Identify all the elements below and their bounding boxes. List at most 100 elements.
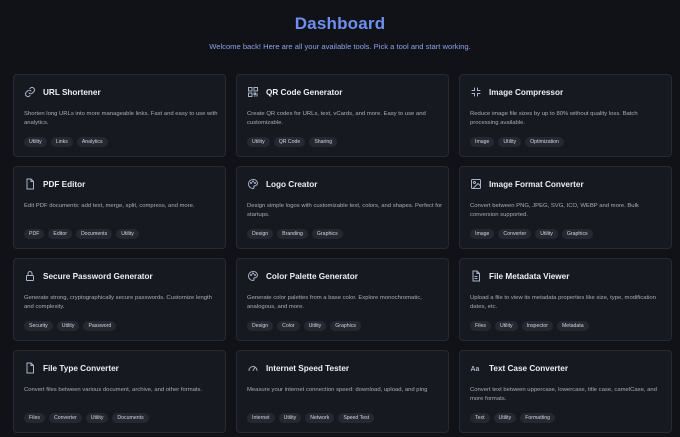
tag-badge: Utility [493, 413, 517, 423]
tool-card[interactable]: URL Shortener Shorten long URLs into more… [13, 74, 226, 157]
svg-text:Aa: Aa [471, 366, 480, 373]
tool-card-header: Aa Text Case Converter [470, 361, 661, 375]
tool-card-header: URL Shortener [24, 85, 215, 99]
tool-card[interactable]: File Type Converter Convert files between… [13, 350, 226, 433]
tool-card[interactable]: File Metadata Viewer Upload a file to vie… [459, 258, 672, 341]
tool-description: Upload a file to view its metadata prope… [470, 295, 656, 310]
tag-badge: Utility [278, 413, 302, 423]
file-icon [24, 178, 36, 190]
tag-badge: Design [247, 321, 274, 331]
lock-icon [24, 270, 36, 282]
tool-description: Generate strong, cryptographically secur… [24, 295, 212, 310]
speedometer-icon [247, 362, 259, 374]
tag-badge: Image [470, 229, 495, 239]
tool-card-header: File Metadata Viewer [470, 269, 661, 283]
tag-badge: Formatting [520, 413, 555, 423]
tool-description: Reduce image file sizes by up to 80% wit… [470, 111, 638, 126]
tag-badge: Password [83, 321, 117, 331]
tag-badge: Graphics [561, 229, 593, 239]
tool-card-header: Image Format Converter [470, 177, 661, 191]
tool-description: Convert files between various document, … [24, 387, 203, 393]
tag-badge: Files [24, 413, 45, 423]
tag-badge: Editor [48, 229, 72, 239]
tool-title: QR Code Generator [266, 87, 343, 97]
tool-description: Measure your internet connection speed: … [247, 387, 428, 393]
tag-badge: Utility [535, 229, 558, 239]
page-title: Dashboard [294, 14, 386, 33]
tool-tags: Image Utility Optimization [470, 137, 564, 147]
tool-tags: Utility Links Analytics [24, 137, 108, 147]
tool-tags: Design Branding Graphics [247, 229, 343, 239]
tool-tags: Utility QR Code Sharing [247, 137, 338, 147]
tag-badge: Optimization [525, 137, 564, 147]
tool-tags: Security Utility Password [24, 321, 117, 331]
tag-badge: Documents [75, 229, 113, 239]
tool-tags: PDF Editor Documents Utility [24, 229, 139, 239]
tag-badge: Sharing [309, 137, 338, 147]
tag-badge: Image [470, 137, 495, 147]
tool-title: File Type Converter [43, 363, 119, 373]
tool-tags: Files Utility Inspector Metadata [470, 321, 589, 331]
tag-badge: Utility [494, 321, 518, 331]
tag-badge: Analytics [76, 137, 108, 147]
tag-badge: Security [24, 321, 53, 331]
tag-badge: Text [470, 413, 490, 423]
tag-badge: Links [50, 137, 73, 147]
tool-card[interactable]: Aa Text Case Converter Convert text betwee… [459, 350, 672, 433]
tool-card[interactable]: Logo Creator Design simple logos with cus… [236, 166, 449, 249]
tool-description: Create QR codes for URLs, text, vCards, … [247, 111, 426, 126]
tag-badge: Network [305, 413, 335, 423]
tool-card-header: Image Compressor [470, 85, 661, 99]
tool-title: Image Compressor [489, 87, 564, 97]
tool-card-header: Internet Speed Tester [247, 361, 438, 375]
tool-card-header: File Type Converter [24, 361, 215, 375]
link-icon [24, 86, 36, 98]
tool-card[interactable]: QR Code Generator Create QR codes for URL… [236, 74, 449, 157]
tag-badge: Files [470, 321, 491, 331]
tool-card[interactable]: Image Compressor Reduce image file sizes … [459, 74, 672, 157]
tag-badge: Internet [247, 413, 275, 423]
tool-card[interactable]: Color Palette Generator Generate color pa… [236, 258, 449, 341]
qr-code-icon [247, 86, 259, 98]
tool-title: File Metadata Viewer [489, 271, 570, 281]
tool-card-header: Secure Password Generator [24, 269, 215, 283]
tag-badge: Utility [56, 321, 80, 331]
tool-card[interactable]: Internet Speed Tester Measure your intern… [236, 350, 449, 433]
tool-card[interactable]: PDF Editor Edit PDF documents: add text, … [13, 166, 226, 249]
tag-badge: Utility [116, 229, 139, 239]
tool-card-header: PDF Editor [24, 177, 215, 191]
tag-badge: Converter [48, 413, 82, 423]
tool-card[interactable]: Secure Password Generator Generate strong… [13, 258, 226, 341]
tool-description: Convert between PNG, JPEG, SVG, ICO, WEB… [470, 203, 639, 218]
palette-icon [247, 270, 259, 282]
palette-icon [247, 178, 259, 190]
tool-title: Internet Speed Tester [266, 363, 350, 373]
tag-badge: Documents [112, 413, 149, 423]
tool-title: Text Case Converter [489, 363, 569, 373]
tool-title: Color Palette Generator [266, 271, 358, 281]
tool-tags: Internet Utility Network Speed Test [247, 413, 375, 423]
file-info-icon [470, 270, 482, 282]
compress-icon [470, 86, 482, 98]
tool-description: Edit PDF documents: add text, merge, spl… [24, 203, 195, 209]
tool-card-header: Logo Creator [247, 177, 438, 191]
tool-title: Logo Creator [266, 179, 318, 189]
tag-badge: Utility [247, 137, 270, 147]
tool-tags: Image Converter Utility Graphics [470, 229, 593, 239]
tool-tags: Files Converter Utility Documents [24, 413, 149, 423]
tools-grid: URL Shortener Shorten long URLs into more… [13, 74, 672, 433]
tag-badge: Graphics [311, 229, 343, 239]
tag-badge: PDF [24, 229, 45, 239]
tool-description: Convert text between uppercase, lowercas… [470, 387, 657, 402]
tag-badge: Inspector [521, 321, 553, 331]
tool-card-header: QR Code Generator [247, 85, 438, 99]
tool-title: PDF Editor [43, 179, 86, 189]
tool-tags: Text Utility Formatting [470, 413, 555, 423]
tool-description: Design simple logos with customizable te… [247, 203, 443, 218]
image-icon [470, 178, 482, 190]
tag-badge: QR Code [273, 137, 306, 147]
tool-card[interactable]: Image Format Converter Convert between PN… [459, 166, 672, 249]
page-subtitle: Welcome back! Here are all your availabl… [209, 42, 471, 51]
tag-badge: Graphics [330, 321, 362, 331]
text-case-icon: Aa [470, 362, 482, 374]
